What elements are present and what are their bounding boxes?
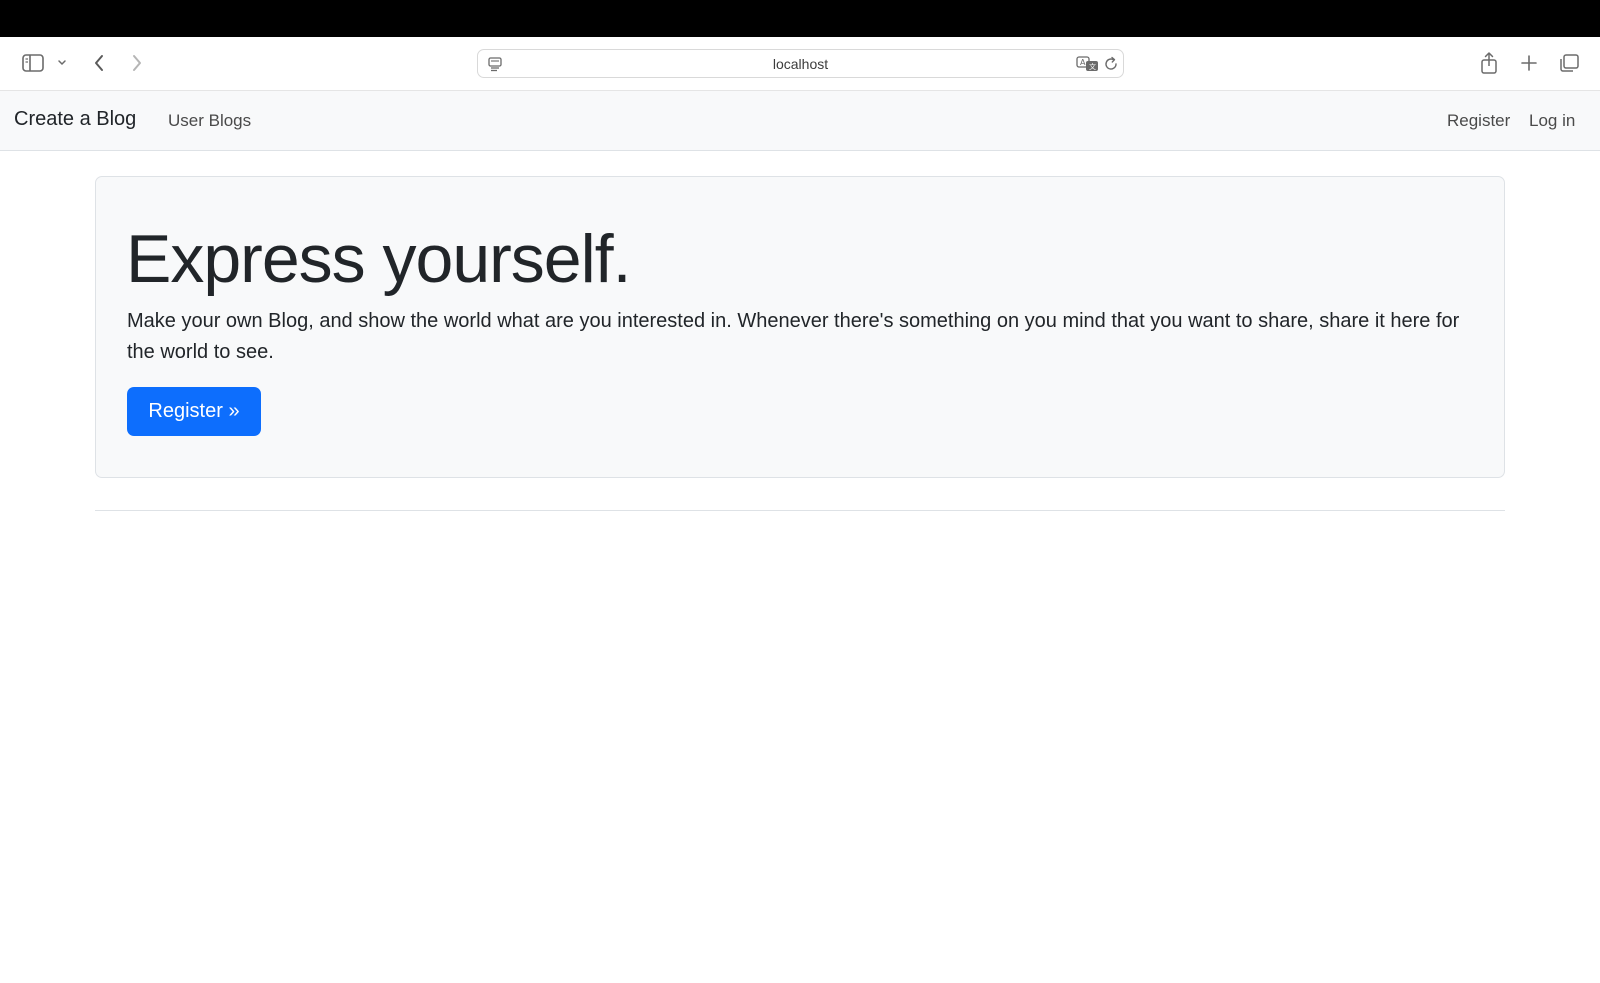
hero-register-button[interactable]: Register »: [127, 387, 261, 436]
hero-jumbotron: Express yourself. Make your own Blog, an…: [95, 176, 1505, 478]
sidebar-icon[interactable]: [20, 51, 46, 75]
hero-description: Make your own Blog, and show the world w…: [127, 310, 1460, 363]
browser-toolbar: localhost A 文: [0, 37, 1600, 90]
nav-register-link[interactable]: Register: [1447, 111, 1510, 131]
share-icon[interactable]: [1477, 49, 1501, 77]
url-text: localhost: [772, 56, 829, 72]
address-bar[interactable]: localhost A 文: [477, 49, 1124, 78]
reload-icon[interactable]: [1102, 55, 1120, 73]
chevron-right-icon[interactable]: [126, 50, 148, 76]
tabs-icon[interactable]: [1556, 51, 1582, 75]
navbar-brand[interactable]: Create a Blog: [14, 108, 136, 131]
chevron-down-icon[interactable]: [55, 54, 69, 72]
nav-login-link[interactable]: Log in: [1529, 111, 1575, 131]
hero-title: Express yourself.: [126, 221, 632, 297]
nav-user-blogs-link[interactable]: User Blogs: [168, 111, 251, 131]
screen-top-bar: [0, 0, 1600, 37]
svg-text:文: 文: [1089, 62, 1096, 71]
svg-text:A: A: [1080, 58, 1086, 67]
translate-icon[interactable]: A 文: [1076, 55, 1100, 73]
plus-icon[interactable]: [1517, 51, 1541, 75]
chevron-left-icon[interactable]: [88, 50, 110, 76]
content-divider: [95, 510, 1505, 511]
site-navbar: Create a Blog User Blogs Register Log in: [0, 90, 1600, 151]
